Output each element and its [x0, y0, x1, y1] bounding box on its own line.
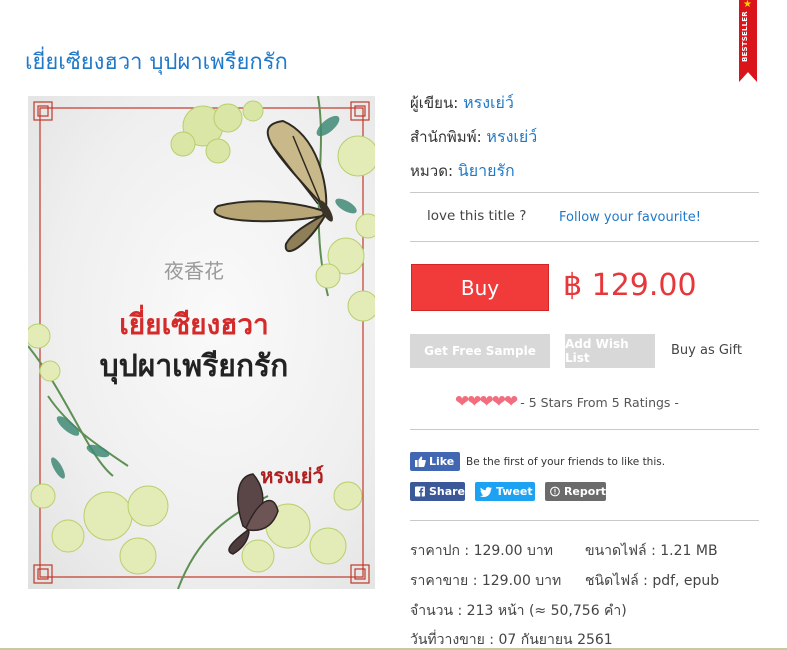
love-title-question: love this title ? [427, 208, 527, 224]
publisher-row: สำนักพิมพ์: หรงเย่ว์ [410, 125, 537, 150]
author-label: ผู้เขียน: [410, 94, 459, 112]
book-title: เยี่ยเซียงฮวา บุปผาเพรียกรัก [25, 50, 288, 75]
cover-author: หรงเย่ว์ [260, 464, 323, 488]
rating-text: - 5 Stars From 5 Ratings - [520, 394, 679, 410]
report-button[interactable]: Report [545, 482, 606, 501]
butterfly-top [213, 119, 333, 253]
divider [410, 429, 759, 430]
file-size: ขนาดไฟล์ : 1.21 MB [585, 543, 718, 559]
buy-as-gift-link[interactable]: Buy as Gift [671, 343, 742, 358]
add-wish-list-button[interactable]: Add Wish List [565, 334, 655, 368]
category-label: หมวด: [410, 162, 453, 180]
report-label: Report [563, 485, 606, 498]
file-type: ชนิดไฟล์ : pdf, epub [585, 573, 720, 589]
buy-button[interactable]: Buy [411, 264, 549, 311]
like-prompt-text: Be the first of your friends to like thi… [466, 456, 666, 468]
divider [410, 192, 759, 193]
follow-favourite-link[interactable]: Follow your favourite! [559, 210, 701, 225]
tweet-button[interactable]: Tweet [475, 482, 535, 501]
tweet-label: Tweet [496, 485, 533, 498]
author-row: ผู้เขียน: หรงเย่ว์ [410, 91, 514, 116]
category-link[interactable]: นิยายรัก [458, 161, 515, 180]
cover-chinese-title: 夜香花 [164, 259, 224, 283]
like-label: Like [429, 455, 455, 468]
free-sample-button[interactable]: Get Free Sample [410, 334, 550, 368]
bestseller-label: BESTSELLER [741, 11, 749, 62]
thumbs-up-icon [415, 456, 426, 467]
heart-rating-icon: ❤❤❤❤❤ [455, 392, 518, 412]
star-icon: ★ [743, 0, 752, 10]
facebook-like-button[interactable]: Like [410, 452, 460, 471]
rating: ❤❤❤❤❤ - 5 Stars From 5 Ratings - [455, 392, 679, 412]
facebook-icon [415, 486, 425, 497]
cover-thai-title-1: เยี่ยเซียงฮวา [119, 304, 269, 341]
sale-price: ราคาขาย : 129.00 บาท [410, 573, 562, 589]
divider [410, 520, 759, 521]
cover-price: ราคาปก : 129.00 บาท [410, 543, 554, 559]
bestseller-ribbon: ★ BESTSELLER [739, 0, 757, 82]
book-cover[interactable]: 夜香花 เยี่ยเซียงฮวา บุปผาเพรียกรัก หรงเย่ว… [28, 96, 375, 589]
author-link[interactable]: หรงเย่ว์ [463, 93, 514, 112]
publisher-label: สำนักพิมพ์: [410, 128, 482, 146]
twitter-icon [480, 486, 492, 497]
page-count: จำนวน : 213 หน้า (≈ 50,756 คำ) [410, 603, 627, 619]
price: ฿ 129.00 [563, 268, 697, 303]
alert-icon [550, 486, 560, 497]
divider [410, 241, 759, 242]
cover-artwork: 夜香花 เยี่ยเซียงฮวา บุปผาเพรียกรัก หรงเย่ว… [28, 96, 375, 589]
share-label: Share [428, 485, 465, 498]
facebook-share-button[interactable]: Share [410, 482, 465, 501]
cover-thai-title-2: บุปผาเพรียกรัก [100, 349, 289, 385]
category-row: หมวด: นิยายรัก [410, 159, 515, 184]
release-date: วันที่วางขาย : 07 กันยายน 2561 [410, 632, 613, 648]
publisher-link[interactable]: หรงเย่ว์ [486, 127, 537, 146]
